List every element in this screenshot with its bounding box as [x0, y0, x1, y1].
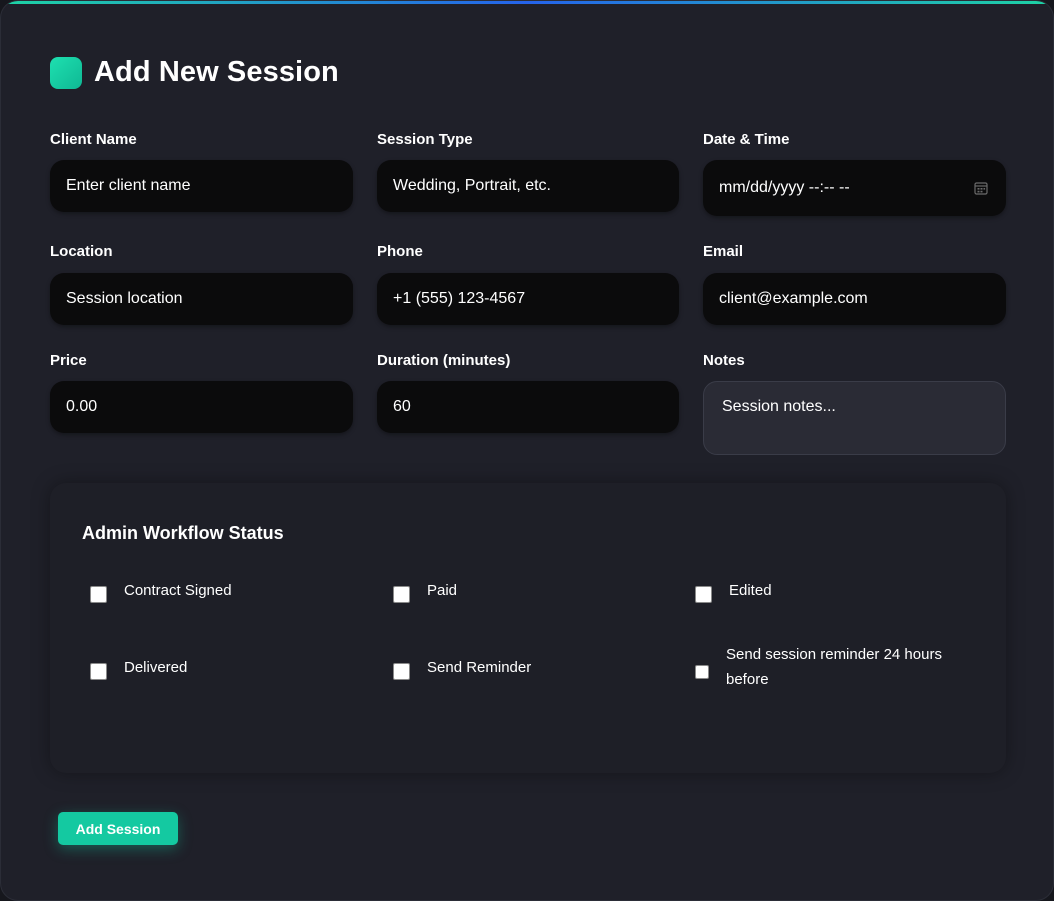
- contract-signed-label: Contract Signed: [124, 582, 232, 599]
- email-label: Email: [703, 243, 744, 260]
- paid-label: Paid: [427, 582, 458, 599]
- add-session-panel: Add New Session Client Name Enter client…: [0, 0, 1054, 901]
- price-input[interactable]: 0.00: [50, 381, 353, 433]
- phone-input[interactable]: +1 (555) 123-4567: [377, 273, 679, 325]
- client-name-field: Client Name Enter client name: [50, 131, 353, 213]
- duration-value: 60: [393, 398, 411, 415]
- paid-option[interactable]: Paid: [393, 578, 457, 603]
- email-field: Email client@example.com: [703, 243, 1006, 325]
- edited-option[interactable]: Edited: [695, 578, 772, 603]
- notes-textarea[interactable]: Session notes...: [703, 381, 1006, 455]
- phone-field: Phone +1 (555) 123-4567: [377, 243, 679, 325]
- email-input[interactable]: client@example.com: [703, 273, 1006, 325]
- notes-field: Notes Session notes...: [703, 352, 1006, 455]
- admin-workflow-section: Admin Workflow Status Contract Signed Pa…: [50, 483, 1006, 773]
- edited-checkbox[interactable]: [695, 586, 712, 603]
- send-reminder-label: Send Reminder: [427, 659, 532, 676]
- edited-label: Edited: [729, 582, 772, 599]
- reminder-note-option[interactable]: Send session reminder 24 hours before: [695, 642, 942, 692]
- delivered-label: Delivered: [124, 659, 188, 676]
- workflow-title: Admin Workflow Status: [82, 523, 284, 543]
- date-time-label: Date & Time: [703, 131, 790, 148]
- duration-field: Duration (minutes) 60: [377, 352, 679, 434]
- location-input[interactable]: Session location: [50, 273, 353, 325]
- reminder-note-line2: before: [726, 671, 769, 688]
- contract-signed-option[interactable]: Contract Signed: [90, 578, 232, 603]
- client-name-placeholder: Enter client name: [66, 177, 191, 194]
- delivered-checkbox[interactable]: [90, 663, 107, 680]
- location-placeholder: Session location: [66, 290, 183, 307]
- location-field: Location Session location: [50, 243, 353, 325]
- client-name-label: Client Name: [50, 131, 137, 148]
- notes-placeholder: Session notes...: [722, 398, 836, 415]
- contract-signed-checkbox[interactable]: [90, 586, 107, 603]
- date-time-input[interactable]: mm/dd/yyyy --:-- --: [703, 160, 1006, 216]
- delivered-option[interactable]: Delivered: [90, 655, 187, 680]
- session-type-placeholder: Wedding, Portrait, etc.: [393, 177, 551, 194]
- send-reminder-option[interactable]: Send Reminder: [393, 655, 531, 680]
- add-session-button[interactable]: Add Session: [58, 812, 178, 845]
- paid-checkbox[interactable]: [393, 586, 410, 603]
- reminder-note-label: Send session reminder 24 hours before: [726, 642, 942, 692]
- page-title: Add New Session: [94, 56, 339, 88]
- reminder-note-checkbox[interactable]: [695, 665, 709, 679]
- title-row: Add New Session: [50, 56, 339, 89]
- notes-label: Notes: [703, 352, 745, 369]
- reminder-note-line1: Send session reminder 24 hours: [726, 646, 942, 663]
- duration-input[interactable]: 60: [377, 381, 679, 433]
- send-reminder-checkbox[interactable]: [393, 663, 410, 680]
- email-placeholder: client@example.com: [719, 290, 868, 307]
- price-field: Price 0.00: [50, 352, 353, 434]
- price-label: Price: [50, 352, 87, 369]
- session-type-label: Session Type: [377, 131, 473, 148]
- date-time-field: Date & Time mm/dd/yyyy --:-- --: [703, 131, 1006, 217]
- client-name-input[interactable]: Enter client name: [50, 160, 353, 212]
- duration-label: Duration (minutes): [377, 352, 511, 369]
- location-label: Location: [50, 243, 113, 260]
- session-badge-icon: [50, 56, 82, 89]
- date-time-placeholder: mm/dd/yyyy --:-- --: [719, 179, 850, 196]
- session-type-input[interactable]: Wedding, Portrait, etc.: [377, 160, 679, 212]
- top-accent-bar: [1, 1, 1053, 4]
- phone-placeholder: +1 (555) 123-4567: [393, 290, 526, 307]
- calendar-icon[interactable]: [974, 181, 988, 195]
- price-placeholder: 0.00: [66, 398, 98, 415]
- phone-label: Phone: [377, 243, 423, 260]
- session-type-field: Session Type Wedding, Portrait, etc.: [377, 131, 679, 213]
